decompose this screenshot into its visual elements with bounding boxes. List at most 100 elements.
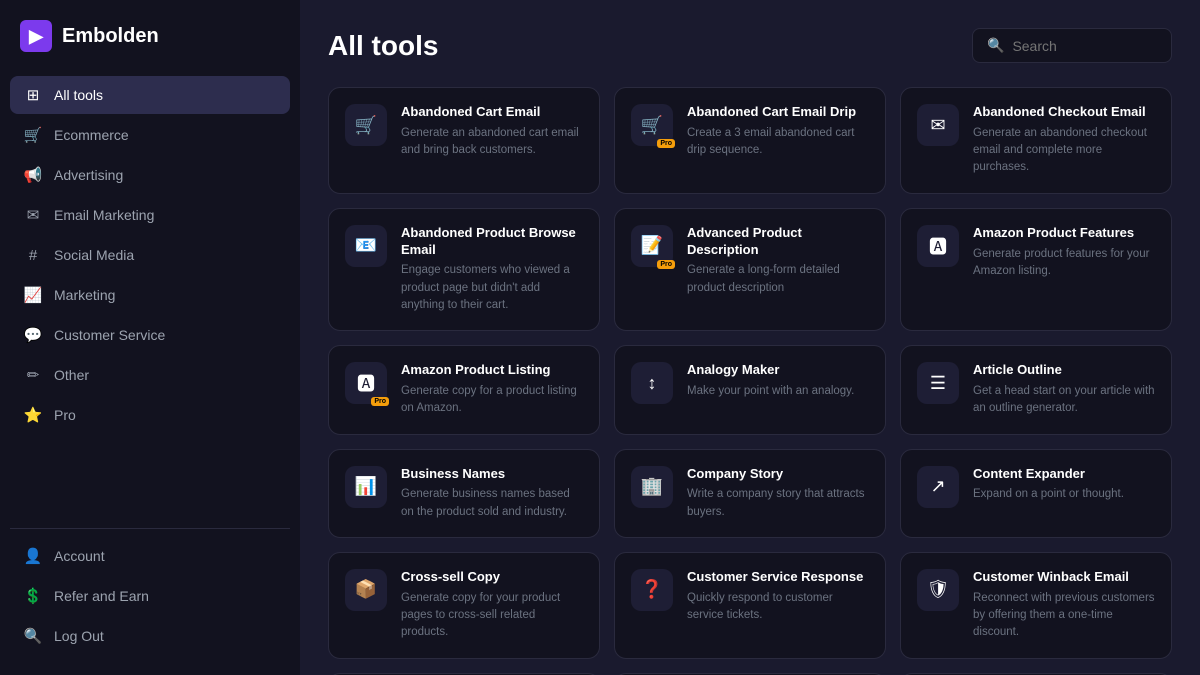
sidebar-item-label: Log Out — [54, 628, 104, 644]
tool-card-abandoned-checkout-email[interactable]: ✉ Abandoned Checkout Email Generate an a… — [900, 87, 1172, 194]
tool-name: Content Expander — [973, 466, 1155, 483]
tool-icon-amazon-product-features: 🅰 — [917, 225, 959, 267]
tool-card-advanced-product-description[interactable]: 📝 Pro Advanced Product Description Gener… — [614, 208, 886, 332]
tool-info-cross-sell-copy: Cross-sell Copy Generate copy for your p… — [401, 569, 583, 642]
tool-card-abandoned-product-browse-email[interactable]: 📧 Abandoned Product Browse Email Engage … — [328, 208, 600, 332]
sidebar-item-logout[interactable]: 🔍 Log Out — [10, 617, 290, 655]
tool-info-amazon-product-listing: Amazon Product Listing Generate copy for… — [401, 362, 583, 417]
sidebar-item-label: Marketing — [54, 287, 115, 303]
tool-info-abandoned-checkout-email: Abandoned Checkout Email Generate an aba… — [973, 104, 1155, 177]
tool-name: Advanced Product Description — [687, 225, 869, 259]
tool-icon-abandoned-product-browse-email: 📧 — [345, 225, 387, 267]
tool-card-customer-winback-email[interactable]: 🛡 Customer Winback Email Reconnect with … — [900, 552, 1172, 659]
tool-desc: Get a head start on your article with an… — [973, 383, 1155, 418]
tool-info-advanced-product-description: Advanced Product Description Generate a … — [687, 225, 869, 315]
sidebar-nav: ⊞ All tools 🛒 Ecommerce 📢 Advertising ✉ … — [0, 76, 300, 520]
tool-name: Abandoned Checkout Email — [973, 104, 1155, 121]
tool-card-company-story[interactable]: 🏢 Company Story Write a company story th… — [614, 449, 886, 538]
sidebar-item-customer-service[interactable]: 💬 Customer Service — [10, 316, 290, 354]
sidebar-bottom: 👤 Account 💲 Refer and Earn 🔍 Log Out — [0, 537, 300, 655]
tool-desc: Quickly respond to customer service tick… — [687, 590, 869, 625]
sidebar-item-label: Pro — [54, 407, 76, 423]
tool-info-article-outline: Article Outline Get a head start on your… — [973, 362, 1155, 417]
tool-icon-analogy-maker: ↕ — [631, 362, 673, 404]
tool-card-business-names[interactable]: 📊 Business Names Generate business names… — [328, 449, 600, 538]
tool-icon-customer-winback-email: 🛡 — [917, 569, 959, 611]
sidebar-item-marketing[interactable]: 📈 Marketing — [10, 276, 290, 314]
tool-info-customer-service-response: Customer Service Response Quickly respon… — [687, 569, 869, 642]
customer-service-icon: 💬 — [24, 326, 42, 344]
tool-info-analogy-maker: Analogy Maker Make your point with an an… — [687, 362, 869, 417]
tool-desc: Generate a long-form detailed product de… — [687, 262, 869, 297]
sidebar-item-label: Social Media — [54, 247, 134, 263]
app-name: Embolden — [62, 25, 159, 48]
tool-card-cross-sell-copy[interactable]: 📦 Cross-sell Copy Generate copy for your… — [328, 552, 600, 659]
tool-icon-customer-service-response: ❓ — [631, 569, 673, 611]
pro-icon: ⭐ — [24, 406, 42, 424]
pro-badge: Pro — [657, 139, 675, 148]
tool-info-business-names: Business Names Generate business names b… — [401, 466, 583, 521]
tool-name: Abandoned Cart Email — [401, 104, 583, 121]
tool-desc: Generate copy for your product pages to … — [401, 590, 583, 642]
tool-info-amazon-product-features: Amazon Product Features Generate product… — [973, 225, 1155, 315]
sidebar-item-advertising[interactable]: 📢 Advertising — [10, 156, 290, 194]
sidebar: ▶ Embolden ⊞ All tools 🛒 Ecommerce 📢 Adv… — [0, 0, 300, 675]
tool-name: Customer Winback Email — [973, 569, 1155, 586]
pro-badge: Pro — [371, 397, 389, 406]
sidebar-item-other[interactable]: ✏ Other — [10, 356, 290, 394]
sidebar-item-label: Email Marketing — [54, 207, 154, 223]
tool-name: Business Names — [401, 466, 583, 483]
tool-card-customer-service-response[interactable]: ❓ Customer Service Response Quickly resp… — [614, 552, 886, 659]
main-content: All tools 🔍 🛒 Abandoned Cart Email Gener… — [300, 0, 1200, 675]
sidebar-item-social-media[interactable]: # Social Media — [10, 236, 290, 274]
tool-name: Abandoned Cart Email Drip — [687, 104, 869, 121]
tool-name: Customer Service Response — [687, 569, 869, 586]
tool-icon-article-outline: ☰ — [917, 362, 959, 404]
sidebar-item-all-tools[interactable]: ⊞ All tools — [10, 76, 290, 114]
sidebar-item-label: Account — [54, 548, 105, 564]
tool-desc: Expand on a point or thought. — [973, 486, 1155, 503]
marketing-icon: 📈 — [24, 286, 42, 304]
sidebar-item-email-marketing[interactable]: ✉ Email Marketing — [10, 196, 290, 234]
tool-desc: Generate business names based on the pro… — [401, 486, 583, 521]
tool-desc: Generate an abandoned checkout email and… — [973, 125, 1155, 177]
page-header: All tools 🔍 — [328, 28, 1172, 63]
tool-desc: Generate product features for your Amazo… — [973, 246, 1155, 281]
tool-icon-business-names: 📊 — [345, 466, 387, 508]
tool-name: Article Outline — [973, 362, 1155, 379]
refer-earn-icon: 💲 — [24, 587, 42, 605]
app-logo: ▶ Embolden — [0, 20, 300, 76]
tool-info-content-expander: Content Expander Expand on a point or th… — [973, 466, 1155, 521]
sidebar-item-label: Advertising — [54, 167, 123, 183]
sidebar-item-label: All tools — [54, 87, 103, 103]
other-icon: ✏ — [24, 366, 42, 384]
tool-card-article-outline[interactable]: ☰ Article Outline Get a head start on yo… — [900, 345, 1172, 434]
tool-card-amazon-product-listing[interactable]: 🅰 Pro Amazon Product Listing Generate co… — [328, 345, 600, 434]
tool-card-amazon-product-features[interactable]: 🅰 Amazon Product Features Generate produ… — [900, 208, 1172, 332]
sidebar-item-pro[interactable]: ⭐ Pro — [10, 396, 290, 434]
sidebar-item-refer-earn[interactable]: 💲 Refer and Earn — [10, 577, 290, 615]
tool-card-abandoned-cart-email[interactable]: 🛒 Abandoned Cart Email Generate an aband… — [328, 87, 600, 194]
search-input[interactable] — [1012, 38, 1157, 54]
account-icon: 👤 — [24, 547, 42, 565]
tool-card-content-expander[interactable]: ↗ Content Expander Expand on a point or … — [900, 449, 1172, 538]
tool-icon-abandoned-cart-email: 🛒 — [345, 104, 387, 146]
logout-icon: 🔍 — [24, 627, 42, 645]
tool-card-abandoned-cart-email-drip[interactable]: 🛒 Pro Abandoned Cart Email Drip Create a… — [614, 87, 886, 194]
tool-desc: Create a 3 email abandoned cart drip seq… — [687, 125, 869, 160]
ecommerce-icon: 🛒 — [24, 126, 42, 144]
tool-name: Abandoned Product Browse Email — [401, 225, 583, 259]
social-media-icon: # — [24, 246, 42, 264]
tool-name: Company Story — [687, 466, 869, 483]
search-icon: 🔍 — [987, 37, 1004, 54]
sidebar-item-ecommerce[interactable]: 🛒 Ecommerce — [10, 116, 290, 154]
tool-info-abandoned-cart-email: Abandoned Cart Email Generate an abandon… — [401, 104, 583, 177]
sidebar-item-label: Customer Service — [54, 327, 165, 343]
tool-card-analogy-maker[interactable]: ↕ Analogy Maker Make your point with an … — [614, 345, 886, 434]
tool-icon-content-expander: ↗ — [917, 466, 959, 508]
sidebar-item-account[interactable]: 👤 Account — [10, 537, 290, 575]
tools-grid: 🛒 Abandoned Cart Email Generate an aband… — [328, 87, 1172, 675]
all-tools-icon: ⊞ — [24, 86, 42, 104]
search-box[interactable]: 🔍 — [972, 28, 1172, 63]
sidebar-item-label: Ecommerce — [54, 127, 129, 143]
